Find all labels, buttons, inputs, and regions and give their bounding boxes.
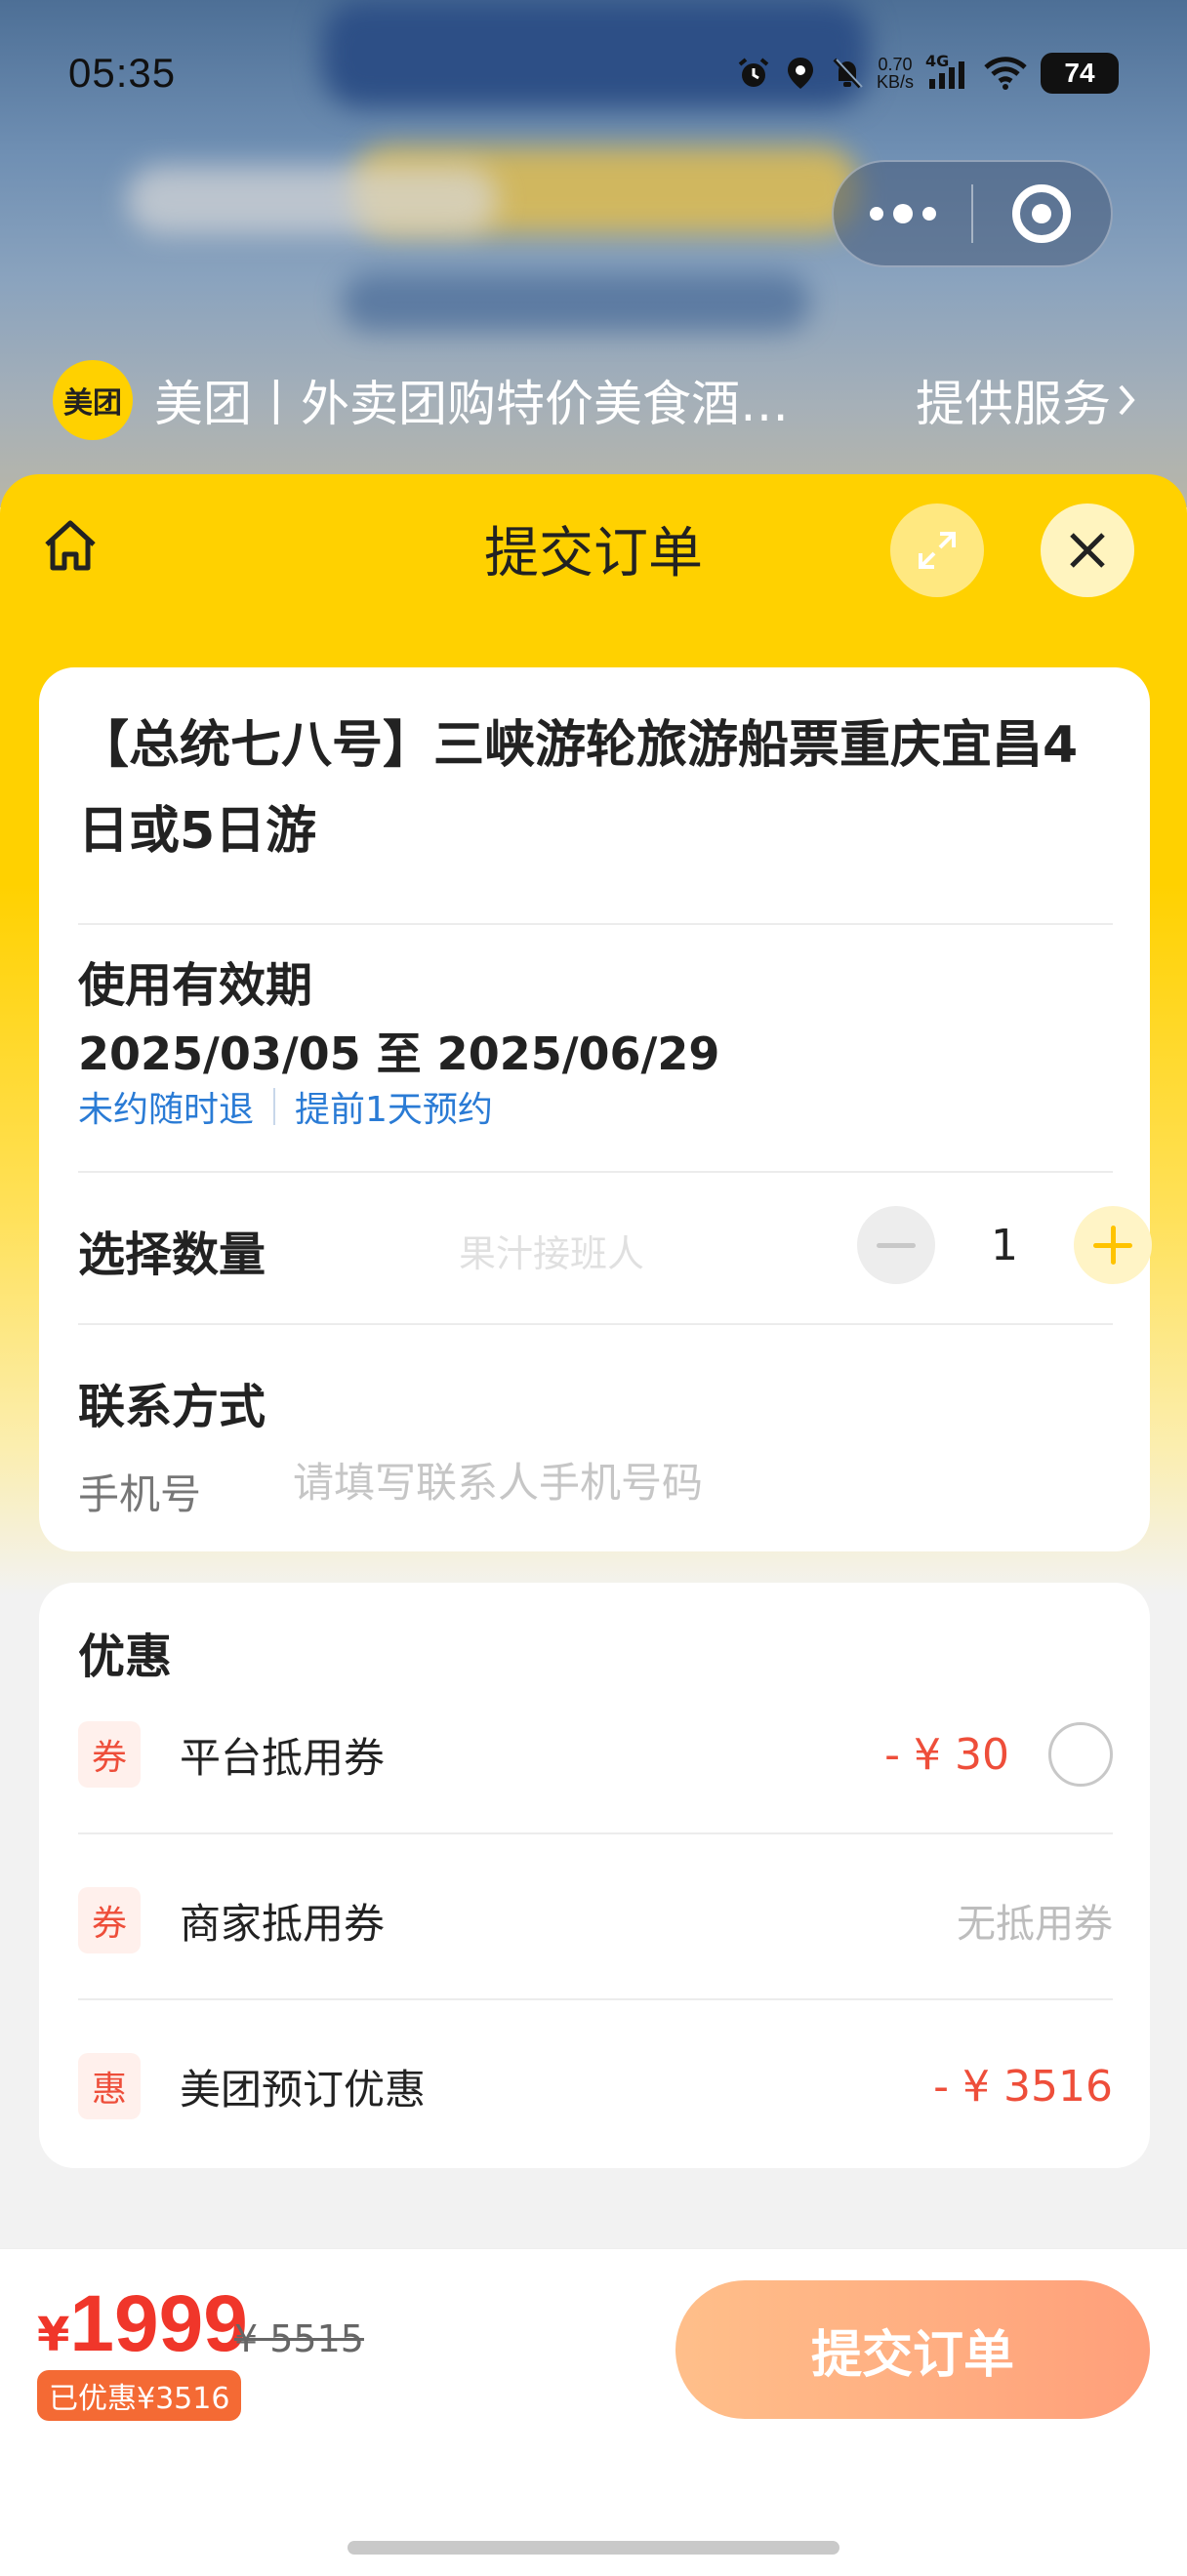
original-price: ¥ 5515 — [234, 2317, 364, 2360]
sheet-header: 提交订单 — [0, 474, 1187, 630]
service-provider-label: 提供服务 — [916, 376, 1111, 432]
decrease-quantity-button[interactable] — [857, 1206, 935, 1284]
watermark-text: 果汁接班人 — [459, 1232, 645, 1275]
minus-icon — [877, 1242, 916, 1248]
close-icon — [1070, 533, 1105, 568]
quantity-value: 1 — [991, 1220, 1018, 1270]
quantity-label: 选择数量 — [78, 1228, 266, 1282]
divider — [78, 1832, 1113, 1834]
divider — [78, 923, 1113, 925]
increase-quantity-button[interactable] — [1074, 1206, 1152, 1284]
expand-icon — [919, 532, 956, 569]
chevron-right-icon — [1119, 384, 1135, 416]
discount-name: 平台抵用券 — [180, 1733, 386, 1782]
cellular-signal-icon: 4G — [925, 52, 970, 91]
discount-tag: 惠 — [78, 2053, 141, 2119]
validity-label: 使用有效期 — [78, 958, 313, 1013]
checkout-bar: ¥ 1999 ¥ 5515 已优惠¥3516 提交订单 — [0, 2248, 1187, 2576]
status-time: 05:35 — [68, 50, 177, 96]
discount-value: 无抵用券 — [957, 1902, 1113, 1947]
mute-bell-icon — [830, 56, 865, 91]
divider — [78, 1171, 1113, 1173]
close-mini-program-button[interactable] — [973, 162, 1111, 265]
status-bar: 05:35 0.70 KB/s 4G 74 — [0, 39, 1187, 107]
meituan-logo: 美团 — [53, 360, 133, 440]
battery-indicator: 74 — [1041, 53, 1119, 94]
divider — [78, 1323, 1113, 1325]
order-info-card: 【总统七八号】三峡游轮旅游船票重庆宜昌4日或5日游 使用有效期 2025/03/… — [39, 667, 1152, 1551]
current-price: ¥ 1999 — [37, 2278, 248, 2370]
coupon-radio[interactable] — [1048, 1722, 1113, 1787]
price-value: 1999 — [69, 2279, 248, 2368]
coupon-tag: 券 — [78, 1887, 141, 1953]
page-title: 提交订单 — [484, 522, 703, 585]
discount-name: 商家抵用券 — [180, 1899, 386, 1948]
currency-symbol: ¥ — [37, 2308, 70, 2362]
phone-input[interactable] — [293, 1448, 1074, 1516]
service-provider-link[interactable]: 提供服务 — [916, 365, 1136, 435]
discount-name: 美团预订优惠 — [180, 2065, 427, 2113]
policy-row: 未约随时退 提前1天预约 — [78, 1081, 493, 1132]
product-title: 【总统七八号】三峡游轮旅游船票重庆宜昌4日或5日游 — [78, 716, 1079, 861]
mini-program-capsule — [832, 160, 1113, 267]
mini-program-info-bar: 美团 美团丨外卖团购特价美食酒… 提供服务 — [53, 360, 1136, 440]
validity-range: 2025/03/05 至 2025/06/29 — [78, 1027, 720, 1080]
booking-policy: 提前1天预约 — [295, 1090, 493, 1130]
coupon-tag: 券 — [78, 1721, 141, 1788]
meituan-booking-discount-row: 惠 美团预订优惠 - ¥ 3516 — [78, 2028, 1113, 2145]
location-icon — [783, 56, 818, 91]
policy-separator — [273, 1088, 276, 1125]
discount-title: 优惠 — [78, 1630, 173, 1684]
wifi-icon — [982, 56, 1029, 91]
mini-program-title: 美团丨外卖团购特价美食酒… — [154, 376, 789, 432]
close-sheet-button[interactable] — [1041, 503, 1134, 597]
contact-label: 联系方式 — [78, 1380, 266, 1434]
discount-card: 优惠 券 平台抵用券 - ¥ 30 券 商家抵用券 无抵用券 惠 美团预订优惠 … — [39, 1583, 1150, 2168]
alarm-icon — [736, 56, 771, 91]
phone-label: 手机号 — [78, 1470, 202, 1518]
discount-value: - ¥ 3516 — [933, 2061, 1113, 2112]
home-indicator — [348, 2541, 839, 2555]
target-icon — [1012, 184, 1072, 243]
net-speed: 0.70 KB/s — [876, 55, 914, 92]
merchant-coupon-row[interactable]: 券 商家抵用券 无抵用券 — [78, 1862, 1113, 1979]
expand-button[interactable] — [890, 503, 984, 597]
quantity-stepper: 1 — [857, 1206, 1152, 1284]
more-menu-button[interactable] — [834, 162, 971, 265]
discount-value: - ¥ 30 — [884, 1729, 1009, 1780]
saved-badge: 已优惠¥3516 — [37, 2370, 242, 2421]
submit-order-button[interactable]: 提交订单 — [675, 2280, 1150, 2419]
divider — [78, 1998, 1113, 2000]
platform-coupon-row[interactable]: 券 平台抵用券 - ¥ 30 — [78, 1696, 1113, 1813]
refund-policy: 未约随时退 — [78, 1090, 255, 1130]
more-dots-icon — [869, 204, 936, 223]
